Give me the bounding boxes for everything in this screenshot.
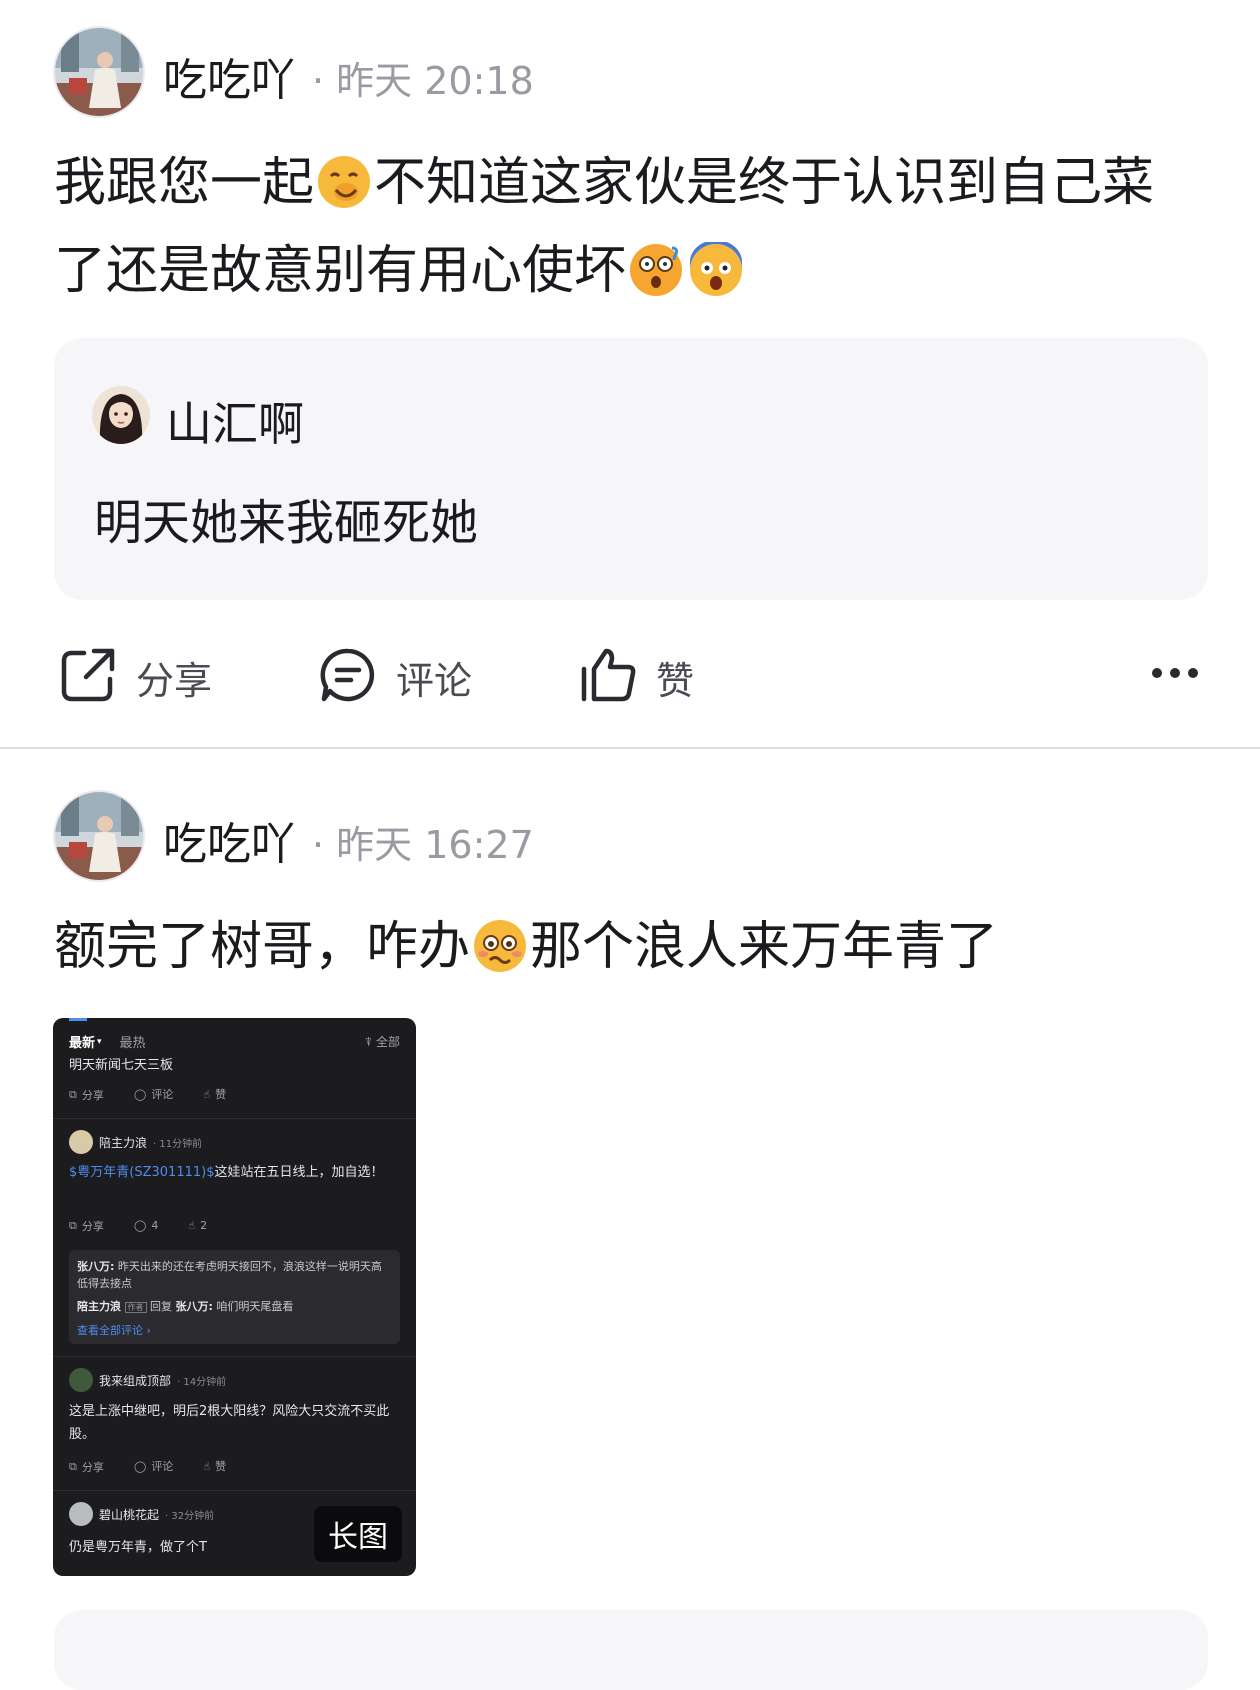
- thumb-comment: ◯ 4: [134, 1219, 159, 1232]
- next-quoted-comment[interactable]: [54, 1610, 1208, 1690]
- quoted-username[interactable]: 山汇啊: [166, 388, 304, 454]
- thumb-username: 碧山桃花起: [99, 1507, 160, 1522]
- thumb-actions-1: ⧉ 分享 ◯ 评论 ☝ 赞: [69, 1086, 400, 1103]
- tab-indicator: [69, 1018, 87, 1021]
- thumb-username: 陪主力浪: [99, 1135, 148, 1150]
- thumb-stock-link: $粤万年青(SZ301111)$: [69, 1165, 215, 1180]
- thumb-comment-2-header: 我来组成顶部 · 14分钟前: [69, 1368, 400, 1392]
- thumb-like-label: 赞: [215, 1460, 227, 1473]
- thumb-tabs: 最新 ▾ 最热 ⍒ 全部: [69, 1032, 400, 1051]
- thumb-username: 我来组成顶部: [99, 1373, 172, 1388]
- thumb-tab-hot: 最热: [119, 1036, 146, 1051]
- thumb-top-text: 明天新闻七天三板: [69, 1058, 174, 1073]
- thumb-author-badge: 作者: [124, 1302, 147, 1313]
- thumb-share-label: 分享: [81, 1460, 104, 1474]
- quoted-comment[interactable]: 山汇啊 明天她来我砸死她: [54, 338, 1208, 600]
- comment-label: 评论: [396, 658, 473, 703]
- thumb-reply-word: 回复: [150, 1300, 172, 1313]
- thumb-comment-1-body: 这娃站在五日线上，加自选！: [214, 1165, 384, 1180]
- thumb-comment-1-text: $粤万年青(SZ301111)$这娃站在五日线上，加自选！: [69, 1162, 400, 1184]
- thumb-time: · 32分钟前: [165, 1510, 215, 1522]
- thumb-comment: ◯ 评论: [134, 1459, 174, 1474]
- thumb-like: ☝ 2: [188, 1219, 208, 1232]
- thumb-share: ⧉ 分享: [69, 1219, 104, 1233]
- post-text-part-1: 我跟您一起: [54, 153, 315, 213]
- thumb-share: ⧉ 分享: [69, 1459, 104, 1474]
- post-divider: [0, 747, 1260, 749]
- shocked-emoji-icon: [688, 240, 744, 320]
- username[interactable]: 吃吃吖: [163, 808, 295, 872]
- quoted-user-avatar[interactable]: [92, 386, 150, 444]
- share-button[interactable]: 分享: [58, 645, 212, 709]
- thumb-reply-2-text: 咱们明天尾盘看: [216, 1300, 294, 1313]
- thumb-share-label: 分享: [81, 1088, 104, 1102]
- thumb-separator: [53, 1118, 416, 1119]
- shy-laugh-emoji-icon: [316, 154, 372, 232]
- like-button[interactable]: 赞: [578, 645, 694, 709]
- thumb-like-label: 赞: [215, 1088, 227, 1101]
- comment-button[interactable]: 评论: [318, 645, 472, 709]
- thumb-avatar: [69, 1368, 93, 1392]
- thumb-like: ☝ 赞: [203, 1459, 227, 1474]
- long-image-badge: 长图: [314, 1506, 402, 1562]
- thumb-separator: [53, 1490, 416, 1491]
- post-text: 我跟您一起 不知道这家伙是终于认识到自己菜了还是故意别有用心使坏: [54, 144, 1204, 320]
- share-label: 分享: [136, 658, 213, 703]
- username[interactable]: 吃吃吖: [163, 44, 295, 108]
- thumbs-up-icon: [578, 645, 638, 709]
- thumb-tab-latest: 最新: [69, 1036, 96, 1051]
- thumb-comment-label: 评论: [151, 1460, 174, 1473]
- thumb-reply-target: 张八万:: [175, 1300, 213, 1313]
- attached-image[interactable]: 最新 ▾ 最热 ⍒ 全部 明天新闻七天三板 ⧉ 分享 ◯ 评论 ☝ 赞 陪主力浪…: [53, 1018, 416, 1576]
- comment-icon: [318, 645, 378, 709]
- thumb-time: · 11分钟前: [153, 1138, 203, 1150]
- post-text-part-2: 那个浪人来万年青了: [530, 917, 999, 977]
- thumb-view-all-link: 查看全部评论 ›: [77, 1324, 151, 1337]
- thumb-filter-label: 全部: [375, 1035, 400, 1049]
- thumb-like-count: 2: [200, 1219, 208, 1232]
- quoted-text: 明天她来我砸死她: [94, 495, 479, 551]
- user-avatar[interactable]: [53, 26, 145, 118]
- thumb-separator: [53, 1356, 416, 1357]
- thumb-comment-count: 4: [151, 1219, 159, 1232]
- post-timestamp: · 昨天 20:18: [312, 59, 534, 103]
- pleading-emoji-icon: [472, 918, 528, 996]
- thumb-comment-label: 评论: [151, 1088, 174, 1101]
- thumb-time: · 14分钟前: [177, 1376, 227, 1388]
- user-avatar[interactable]: [53, 790, 145, 882]
- thumb-avatar: [69, 1502, 93, 1526]
- thumb-reply-box: 张八万: 昨天出来的还在考虑明天接回不，浪浪这样一说明天高低得去接点 陪主力浪 …: [69, 1250, 400, 1344]
- post-text-part-1: 额完了树哥，咋办: [54, 917, 471, 977]
- thumb-like: ☝ 赞: [203, 1087, 227, 1102]
- thumb-comment-2-text: 这是上涨中继吧，明后2根大阳线？风险大只交流不买此股。: [69, 1404, 390, 1442]
- thumb-reply-1-user: 张八万:: [77, 1260, 115, 1273]
- share-icon: [58, 645, 118, 709]
- thumb-share: ⧉ 分享: [69, 1087, 104, 1102]
- post-actions: 分享 评论 赞: [0, 635, 1260, 715]
- post-timestamp: · 昨天 16:27: [312, 823, 534, 867]
- post-text: 额完了树哥，咋办 那个浪人来万年青了: [54, 908, 1204, 996]
- thumb-filter-icon: ⍒: [364, 1035, 376, 1049]
- thumb-chevron-icon: ▾: [97, 1036, 102, 1047]
- thumb-reply-1: 张八万: 昨天出来的还在考虑明天接回不，浪浪这样一说明天高低得去接点: [77, 1258, 392, 1292]
- thumb-comment: ◯ 评论: [134, 1087, 174, 1102]
- thumb-reply-1-text: 昨天出来的还在考虑明天接回不，浪浪这样一说明天高低得去接点: [77, 1260, 382, 1290]
- thumb-reply-2-user: 陪主力浪: [77, 1300, 121, 1313]
- thumb-actions-2: ⧉ 分享 ◯ 4 ☝ 2: [69, 1218, 400, 1234]
- dizzy-emoji-icon: [628, 242, 684, 320]
- more-options-icon[interactable]: [1150, 665, 1200, 684]
- thumb-share-label: 分享: [81, 1220, 104, 1233]
- thumb-filter: ⍒ 全部: [365, 1033, 400, 1050]
- like-label: 赞: [656, 658, 695, 703]
- thumb-reply-2: 陪主力浪 作者 回复 张八万: 咱们明天尾盘看: [77, 1298, 392, 1314]
- thumb-avatar: [69, 1130, 93, 1154]
- thumb-actions-3: ⧉ 分享 ◯ 评论 ☝ 赞: [69, 1458, 400, 1475]
- thumb-comment-1-header: 陪主力浪 · 11分钟前: [69, 1130, 400, 1154]
